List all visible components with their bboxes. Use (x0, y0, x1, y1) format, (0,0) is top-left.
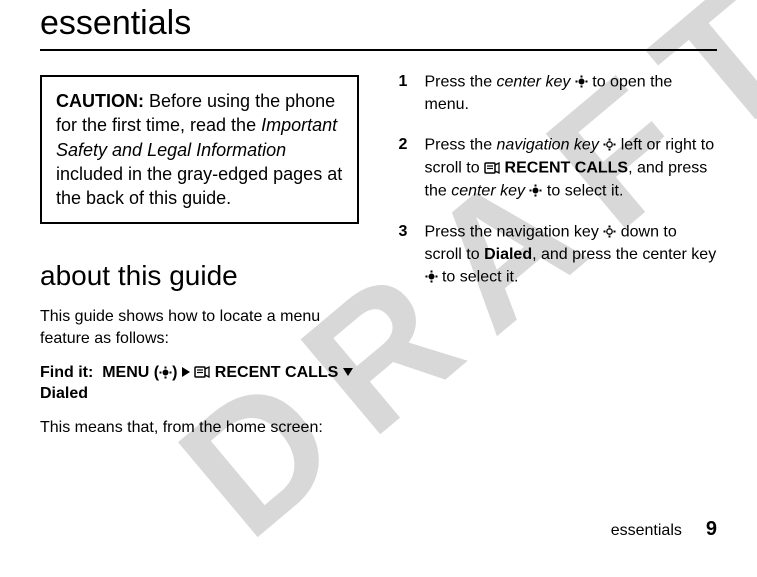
step-1-number: 1 (399, 71, 425, 116)
step-1-text: Press the center key to open the menu. (425, 71, 718, 116)
page-content: essentials CAUTION: Before using the pho… (0, 0, 757, 547)
find-it-recent: RECENT CALLS (215, 364, 339, 381)
step-2: 2 Press the navigation key left or right… (399, 134, 718, 202)
center-key-icon (529, 180, 542, 202)
s2-ital2: center key (451, 182, 525, 199)
footer-page-number: 9 (706, 518, 717, 541)
page-footer: essentials 9 (611, 518, 717, 541)
find-it-label: Find it: (40, 364, 93, 381)
right-column: 1 Press the center key to open the menu.… (399, 75, 718, 450)
paren-close: ) (172, 364, 177, 381)
s2-d: to select it. (547, 182, 623, 199)
s3-c: , and press the center key (532, 246, 716, 263)
s3-d: to select it. (438, 268, 519, 285)
center-key-icon (575, 71, 588, 93)
s2-ital: navigation key (497, 137, 599, 154)
s2-a: Press the (425, 137, 497, 154)
down-triangle-icon (343, 362, 353, 384)
s1-ital: center key (497, 73, 571, 90)
step-3-text: Press the navigation key down to scroll … (425, 221, 718, 289)
step-2-text: Press the navigation key left or right t… (425, 134, 718, 202)
about-body: This guide shows how to locate a menu fe… (40, 306, 359, 438)
find-it-line: Find it: MENU () RECENT CALLS Dialed (40, 362, 359, 405)
step-3-number: 3 (399, 221, 425, 289)
nav-key-icon (603, 221, 616, 243)
center-key-icon (425, 266, 438, 288)
step-1: 1 Press the center key to open the menu. (399, 71, 718, 116)
s3-dialed: Dialed (484, 246, 532, 263)
step-3: 3 Press the navigation key down to scrol… (399, 221, 718, 289)
recent-calls-icon (194, 362, 210, 384)
step-2-number: 2 (399, 134, 425, 202)
caution-text-2: included in the gray-edged pages at the … (56, 164, 342, 208)
left-column: CAUTION: Before using the phone for the … (40, 75, 359, 450)
caution-box: CAUTION: Before using the phone for the … (40, 75, 359, 224)
center-key-icon (159, 362, 172, 384)
find-it-dialed: Dialed (40, 385, 88, 402)
page-title: essentials (40, 0, 717, 43)
caution-lead: CAUTION: (56, 91, 144, 111)
nav-key-icon (603, 134, 616, 156)
about-heading: about this guide (40, 260, 359, 292)
about-followup: This means that, from the home screen: (40, 417, 359, 439)
s1-a: Press the (425, 73, 497, 90)
numbered-list: 1 Press the center key to open the menu.… (399, 71, 718, 289)
footer-section: essentials (611, 522, 682, 540)
s3-a: Press the navigation key (425, 223, 604, 240)
find-it-menu: MENU (102, 364, 149, 381)
two-column-layout: CAUTION: Before using the phone for the … (40, 75, 717, 450)
right-triangle-icon (182, 362, 190, 384)
s2-recent: RECENT CALLS (505, 159, 629, 176)
about-intro: This guide shows how to locate a menu fe… (40, 306, 359, 349)
recent-calls-icon (484, 157, 500, 179)
title-rule (40, 49, 717, 51)
